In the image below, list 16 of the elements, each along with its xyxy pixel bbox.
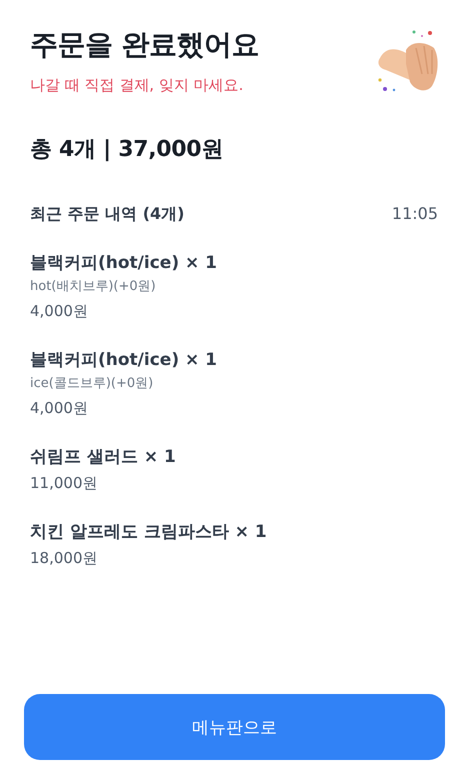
item-name: 쉬림프 샐러드 × 1 bbox=[30, 446, 177, 469]
payment-notice: 나갈 때 직접 결제, 잊지 마세요. bbox=[30, 76, 244, 95]
recent-orders-title: 최근 주문 내역 (4개) bbox=[30, 204, 184, 225]
item-name: 블랙커피(hot/ice) × 1 bbox=[30, 349, 218, 372]
item-option: ice(콜드브루)(+0원) bbox=[30, 374, 442, 394]
item-name: 치킨 알프레도 크림파스타 × 1 bbox=[30, 521, 268, 544]
item-name: 블랙커피(hot/ice) × 1 bbox=[30, 252, 218, 275]
order-summary: 총 4개 | 37,000원 bbox=[30, 136, 224, 164]
item-price: 4,000원 bbox=[30, 398, 89, 419]
menu-button[interactable]: 메뉴판으로 bbox=[24, 694, 445, 760]
page-title: 주문을 완료했어요 bbox=[30, 27, 260, 63]
item-option: hot(배치브루)(+0원) bbox=[30, 277, 442, 297]
item-price: 11,000원 bbox=[30, 473, 98, 494]
order-time: 11:05 bbox=[392, 204, 438, 225]
item-price: 18,000원 bbox=[30, 548, 98, 569]
item-price: 4,000원 bbox=[30, 301, 89, 322]
